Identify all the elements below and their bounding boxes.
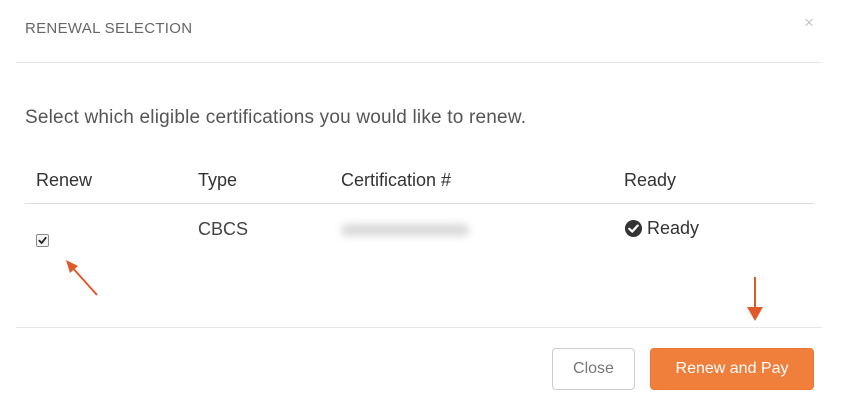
renew-and-pay-button[interactable]: Renew and Pay — [650, 348, 814, 390]
table-header-divider — [25, 203, 814, 204]
redacted-certification-blur — [341, 224, 469, 236]
column-header-ready: Ready — [624, 170, 677, 190]
annotation-arrow-to-renew-button — [747, 277, 763, 321]
column-header-type: Type — [198, 170, 238, 190]
column-header-renew: Renew — [36, 170, 93, 190]
checkmark-icon — [38, 236, 47, 244]
instructions-text: Select which eligible certifications you… — [25, 107, 527, 128]
header-divider — [16, 62, 822, 63]
renewal-selection-modal: RENEWAL SELECTION × Select which eligibl… — [0, 0, 842, 409]
cell-type: CBCS — [198, 219, 249, 239]
cell-certification-number — [341, 218, 471, 238]
annotation-arrow-to-checkbox — [66, 260, 98, 296]
column-header-certification: Certification # — [341, 170, 452, 190]
footer-divider — [16, 327, 822, 328]
close-button[interactable]: Close — [552, 348, 635, 390]
modal-title: RENEWAL SELECTION — [25, 20, 193, 37]
cell-ready: Ready — [624, 218, 699, 239]
close-icon[interactable]: × — [804, 14, 814, 31]
modal-header: RENEWAL SELECTION × — [0, 0, 842, 62]
ready-label: Ready — [647, 218, 700, 238]
renew-checkbox[interactable] — [36, 234, 49, 247]
check-circle-icon — [624, 219, 643, 238]
